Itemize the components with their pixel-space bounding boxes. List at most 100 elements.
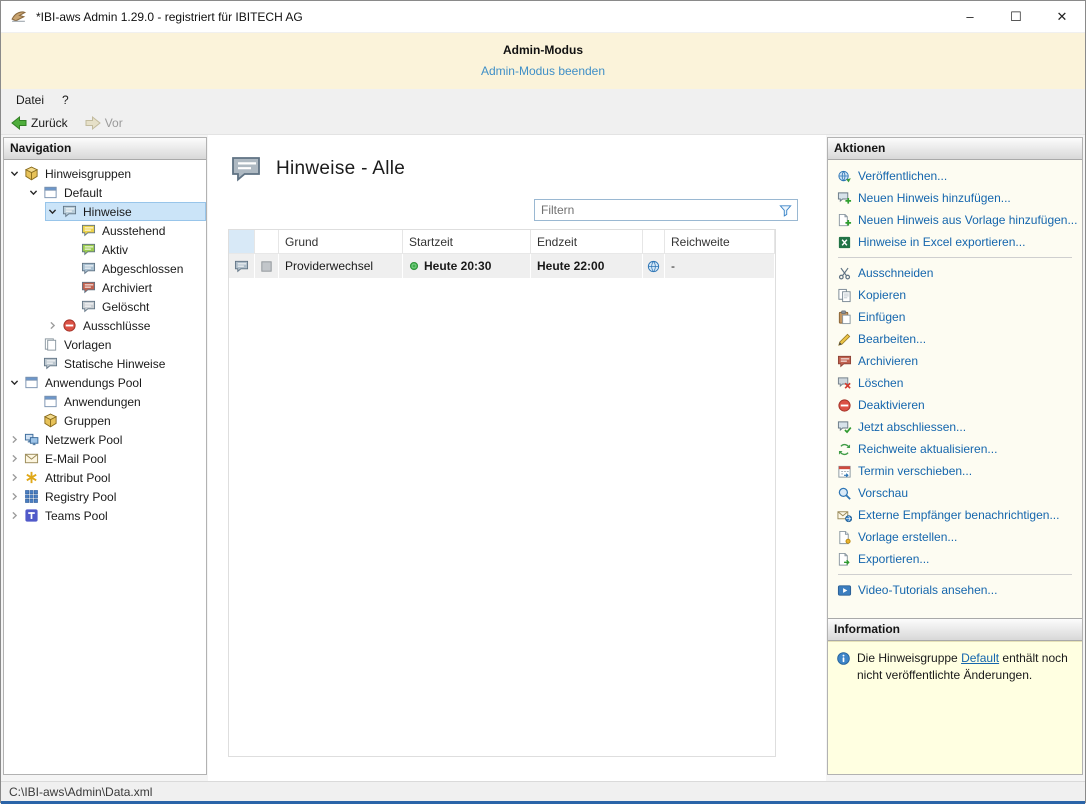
magnifier-preview-icon [837, 486, 852, 501]
video-play-icon [837, 583, 852, 598]
back-button[interactable]: Zurück [4, 113, 75, 133]
expander-collapsed-icon[interactable] [8, 509, 21, 522]
expander-collapsed-icon[interactable] [8, 452, 21, 465]
action-kopieren[interactable]: Kopieren [828, 284, 1082, 306]
action-externe-empfaenger[interactable]: Externe Empfänger benachrichtigen... [828, 504, 1082, 526]
action-reichweite-aktualisieren[interactable]: Reichweite aktualisieren... [828, 438, 1082, 460]
column-header-endzeit[interactable]: Endzeit [531, 230, 643, 253]
tree-item-attribut-pool[interactable]: Attribut Pool [4, 468, 206, 487]
actions-header: Aktionen [828, 138, 1082, 160]
forward-button[interactable]: Vor [78, 113, 130, 133]
finish-check-icon [837, 420, 852, 435]
tree-item-anwendungen[interactable]: Anwendungen [4, 392, 206, 411]
separator [838, 574, 1072, 575]
column-header-type[interactable] [229, 230, 255, 253]
menu-help[interactable]: ? [53, 90, 78, 110]
tree-item-gruppen[interactable]: Gruppen [4, 411, 206, 430]
export-page-icon [837, 552, 852, 567]
column-header-grund[interactable]: Grund [279, 230, 403, 253]
pages-icon [43, 337, 58, 352]
action-vorschau[interactable]: Vorschau [828, 482, 1082, 504]
table-row[interactable]: Providerwechsel Heute 20:30 Heute 22:00 … [229, 254, 775, 278]
column-header-reichweite-icon[interactable] [643, 230, 665, 253]
expander-expanded-icon[interactable] [27, 186, 40, 199]
action-neuen-hinweis-aus-vorlage[interactable]: Neuen Hinweis aus Vorlage hinzufügen... [828, 209, 1082, 231]
tree-item-netzwerk-pool[interactable]: Netzwerk Pool [4, 430, 206, 449]
action-einfuegen[interactable]: Einfügen [828, 306, 1082, 328]
refresh-arrows-icon [837, 442, 852, 457]
speech-bubble-icon [234, 259, 249, 274]
tree-item-ausschluesse[interactable]: Ausschlüsse [4, 316, 206, 335]
action-loeschen[interactable]: Löschen [828, 372, 1082, 394]
excel-icon [837, 235, 852, 250]
filter-row [228, 199, 798, 221]
tree-item-teams-pool[interactable]: Teams Pool [4, 506, 206, 525]
minimize-button[interactable]: – [947, 1, 993, 33]
action-excel-exportieren[interactable]: Hinweise in Excel exportieren... [828, 231, 1082, 253]
close-button[interactable]: ✕ [1039, 1, 1085, 33]
tree-item-default[interactable]: Default [4, 183, 206, 202]
group-cube-icon [43, 413, 58, 428]
column-header-flag[interactable] [255, 230, 279, 253]
tree-item-ausstehend[interactable]: Ausstehend [4, 221, 206, 240]
tree-item-hinweisgruppen[interactable]: Hinweisgruppen [4, 164, 206, 183]
action-neuen-hinweis-hinzufuegen[interactable]: Neuen Hinweis hinzufügen... [828, 187, 1082, 209]
tree-item-vorlagen[interactable]: Vorlagen [4, 335, 206, 354]
tree-item-hinweise[interactable]: Hinweise [4, 202, 206, 221]
page-title: Hinweise - Alle [276, 158, 405, 180]
expander-expanded-icon[interactable] [8, 167, 21, 180]
action-bearbeiten[interactable]: Bearbeiten... [828, 328, 1082, 350]
tree-item-abgeschlossen[interactable]: Abgeschlossen [4, 259, 206, 278]
action-deaktivieren[interactable]: Deaktivieren [828, 394, 1082, 416]
cell-endzeit: Heute 22:00 [531, 254, 643, 278]
action-archivieren[interactable]: Archivieren [828, 350, 1082, 372]
filter-input[interactable] [535, 203, 778, 217]
expander-collapsed-icon[interactable] [46, 319, 59, 332]
admin-mode-exit-link[interactable]: Admin-Modus beenden [481, 64, 605, 78]
tree-item-aktiv[interactable]: Aktiv [4, 240, 206, 259]
back-arrow-icon [11, 115, 27, 131]
action-termin-verschieben[interactable]: Termin verschieben... [828, 460, 1082, 482]
action-vorlage-erstellen[interactable]: Vorlage erstellen... [828, 526, 1082, 548]
column-header-startzeit[interactable]: Startzeit [403, 230, 531, 253]
globe-icon [646, 259, 661, 274]
expander-collapsed-icon[interactable] [8, 471, 21, 484]
page-title-row: Hinweise - Alle [230, 153, 826, 185]
content-area: Navigation Hinweisgruppen Default Hinwei… [1, 135, 1085, 781]
action-exportieren[interactable]: Exportieren... [828, 548, 1082, 570]
copy-pages-icon [837, 288, 852, 303]
gray-square-icon [259, 259, 274, 274]
tree-item-anwendungs-pool[interactable]: Anwendungs Pool [4, 373, 206, 392]
notify-envelope-icon [837, 508, 852, 523]
delete-red-x-icon [837, 376, 852, 391]
tree-item-registry-pool[interactable]: Registry Pool [4, 487, 206, 506]
publish-globe-icon [837, 169, 852, 184]
action-video-tutorials[interactable]: Video-Tutorials ansehen... [828, 579, 1082, 601]
column-header-reichweite[interactable]: Reichweite [665, 230, 775, 253]
admin-mode-title: Admin-Modus [1, 43, 1085, 57]
expander-collapsed-icon[interactable] [8, 490, 21, 503]
expander-expanded-icon[interactable] [8, 376, 21, 389]
menu-datei[interactable]: Datei [7, 90, 53, 110]
tree-item-statische-hinweise[interactable]: Statische Hinweise [4, 354, 206, 373]
action-veroeffentlichen[interactable]: Veröffentlichen... [828, 165, 1082, 187]
form-window-icon [24, 375, 39, 390]
scissors-icon [837, 266, 852, 281]
speech-bubble-gray-icon [81, 299, 96, 314]
expander-expanded-icon[interactable] [46, 205, 59, 218]
forward-arrow-icon [85, 115, 101, 131]
action-ausschneiden[interactable]: Ausschneiden [828, 262, 1082, 284]
speech-bubble-yellow-icon [81, 223, 96, 238]
table-header: Grund Startzeit Endzeit Reichweite [229, 230, 775, 254]
filter-funnel-icon[interactable] [778, 203, 793, 218]
archive-bubble-icon [837, 354, 852, 369]
action-jetzt-abschliessen[interactable]: Jetzt abschliessen... [828, 416, 1082, 438]
tree-item-geloescht[interactable]: Gelöscht [4, 297, 206, 316]
tree-item-archiviert[interactable]: Archiviert [4, 278, 206, 297]
expander-collapsed-icon[interactable] [8, 433, 21, 446]
filter-box[interactable] [534, 199, 798, 221]
maximize-button[interactable]: ☐ [993, 1, 1039, 33]
default-group-link[interactable]: Default [961, 651, 999, 665]
navigation-header: Navigation [4, 138, 206, 160]
tree-item-email-pool[interactable]: E-Mail Pool [4, 449, 206, 468]
